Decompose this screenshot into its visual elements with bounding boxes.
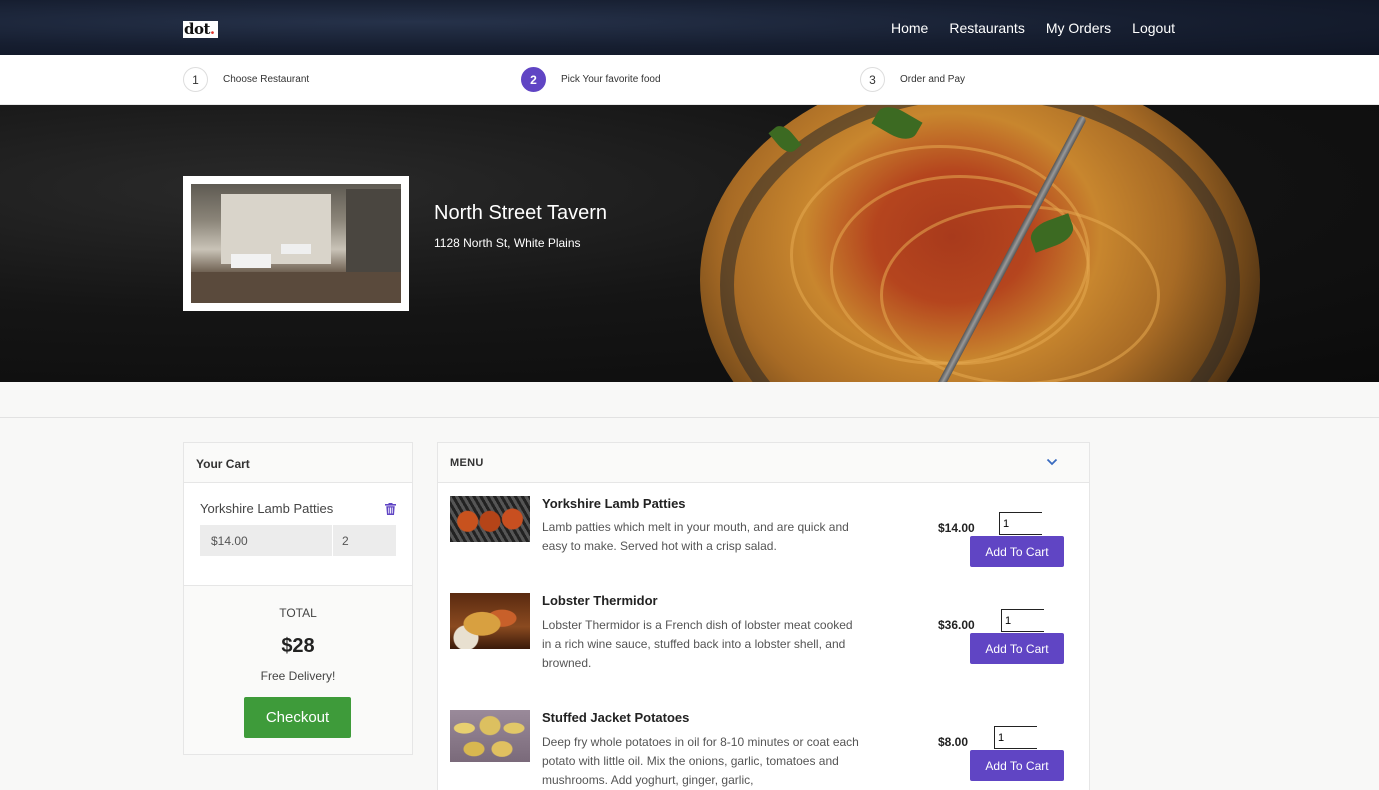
photo-floor [191, 272, 401, 303]
photo-table [231, 254, 271, 268]
total-value: $28 [281, 635, 315, 657]
chevron-down-icon[interactable] [1046, 457, 1058, 467]
step-order-pay: 3 Order and Pay [860, 67, 965, 92]
checkout-button[interactable]: Checkout [244, 697, 351, 738]
step-label: Order and Pay [900, 74, 966, 85]
menu-item-qty-input[interactable] [999, 512, 1042, 535]
cart-title: Your Cart [184, 443, 412, 483]
menu-item-qty-input[interactable] [1001, 609, 1044, 632]
step-number: 3 [860, 67, 885, 92]
step-number: 2 [521, 67, 546, 92]
nav-logout-link[interactable]: Logout [1132, 20, 1175, 37]
menu-item-description: Lamb patties which melt in your mouth, a… [542, 520, 849, 553]
menu-item-description: Deep fry whole potatoes in oil for 8-10 … [542, 735, 859, 787]
menu-item-image [450, 710, 530, 762]
menu-item-description: Lobster Thermidor is a French dish of lo… [542, 618, 853, 670]
add-to-cart-button[interactable]: Add To Cart [970, 633, 1064, 664]
restaurant-name: North Street Tavern [434, 202, 608, 224]
menu-item-image [450, 593, 530, 649]
step-pick-food: 2 Pick Your favorite food [521, 67, 661, 92]
section-divider [0, 417, 1379, 418]
trash-icon[interactable] [385, 503, 396, 515]
nav-links: Home Restaurants My Orders Logout [891, 20, 1175, 37]
add-to-cart-button[interactable]: Add To Cart [970, 536, 1064, 567]
step-number: 1 [183, 67, 208, 92]
cart-item-price: $14.00 [200, 525, 333, 556]
logo[interactable]: dot. [183, 21, 218, 38]
cart-item-details: $14.00 2 [200, 525, 396, 556]
add-to-cart-button[interactable]: Add To Cart [970, 750, 1064, 781]
menu-header[interactable]: MENU [438, 443, 1089, 483]
restaurant-address: 1128 North St, White Plains [434, 236, 581, 250]
cart-panel: Your Cart Yorkshire Lamb Patties $14.00 … [183, 442, 413, 755]
restaurant-photo-image [191, 184, 401, 303]
menu-item-price: $36.00 [938, 618, 975, 632]
nav-restaurants-link[interactable]: Restaurants [949, 20, 1024, 37]
menu-item-name: Yorkshire Lamb Patties [542, 496, 686, 511]
menu-item-price: $14.00 [938, 521, 975, 535]
nav-my-orders-link[interactable]: My Orders [1046, 20, 1111, 37]
logo-text: dot [184, 20, 210, 38]
cart-item-name: Yorkshire Lamb Patties [200, 501, 334, 516]
menu-panel: MENU Yorkshire Lamb Patties Lamb patties… [437, 442, 1090, 790]
menu-item-name: Lobster Thermidor [542, 593, 658, 608]
step-label: Choose Restaurant [223, 74, 310, 85]
menu-title: MENU [450, 457, 484, 469]
order-steps: 1 Choose Restaurant 2 Pick Your favorite… [0, 55, 1379, 105]
step-choose-restaurant: 1 Choose Restaurant [183, 67, 309, 92]
photo-table [281, 244, 311, 254]
menu-item-name: Stuffed Jacket Potatoes [542, 710, 690, 725]
restaurant-hero: North Street Tavern 1128 North St, White… [0, 105, 1379, 382]
menu-item-price: $8.00 [938, 735, 969, 749]
logo-dot: . [209, 20, 215, 38]
navbar: dot. Home Restaurants My Orders Logout [0, 0, 1379, 55]
menu-item-image [450, 496, 530, 542]
step-label: Pick Your favorite food [561, 74, 661, 85]
restaurant-photo [183, 176, 409, 311]
delivery-note: Free Delivery! [260, 669, 336, 683]
menu-item-qty-input[interactable] [994, 726, 1037, 749]
nav-home-link[interactable]: Home [891, 20, 928, 37]
cart-item: Yorkshire Lamb Patties $14.00 2 [184, 483, 412, 586]
cart-item-qty: 2 [342, 534, 349, 548]
total-label: TOTAL [279, 606, 317, 620]
